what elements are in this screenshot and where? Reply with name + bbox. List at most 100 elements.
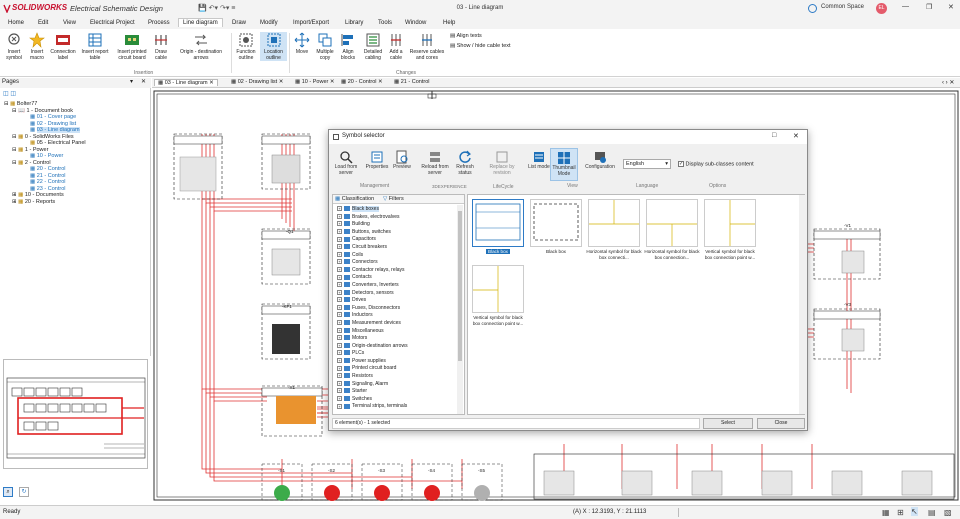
select-button[interactable]: Select (703, 418, 753, 429)
menu-library[interactable]: Library (345, 19, 363, 27)
class-item[interactable]: + Converters, Inverters (337, 282, 455, 290)
minimap[interactable] (3, 359, 148, 469)
class-item[interactable]: + Motors (337, 335, 455, 343)
class-item[interactable]: + Coils (337, 252, 455, 260)
panel-close-icon[interactable]: ✕ (141, 78, 146, 85)
detailed-cabling-button[interactable]: Detailed cabling (361, 32, 385, 61)
insert-macro-button[interactable]: Insert macro (26, 32, 48, 61)
configuration-button[interactable]: Configuration (581, 150, 619, 171)
class-item[interactable]: + Miscellaneous (337, 328, 455, 336)
class-item[interactable]: + Origin-destination arrows (337, 343, 455, 351)
refresh-icon[interactable]: ↻ (19, 487, 29, 497)
avatar[interactable]: EL (876, 3, 887, 14)
thumbnail-mode-button[interactable]: Thumbnail Mode (550, 148, 578, 181)
reserve-cables-button[interactable]: Reserve cables and cores (408, 32, 446, 61)
class-item[interactable]: + Capacitors (337, 236, 455, 244)
insert-printed-circuit-board-button[interactable]: Insert printed circuit board (113, 32, 151, 61)
load-from-server-button[interactable]: Load from server (332, 150, 360, 176)
class-item[interactable]: + Contactor relays, relays (337, 267, 455, 275)
display-subclasses-checkbox[interactable]: ✓ Display sub-classes content (678, 161, 754, 167)
collapse-all-icon[interactable]: ◫ (10, 91, 16, 97)
dialog-maximize-icon[interactable]: □ (772, 132, 776, 139)
close-button[interactable]: Close (757, 418, 805, 429)
class-item[interactable]: + Resistors (337, 373, 455, 381)
class-item[interactable]: + Circuit breakers (337, 244, 455, 252)
show-hide-cable-text-button[interactable]: ▤ Show / hide cable text (450, 43, 511, 49)
class-item[interactable]: + Detectors, sensors (337, 290, 455, 298)
menu-edit[interactable]: Edit (38, 19, 48, 27)
class-item[interactable]: + Drives (337, 297, 455, 305)
draw-cable-button[interactable]: Draw cable (152, 32, 170, 61)
symbol-thumbnail[interactable] (472, 199, 524, 247)
class-item[interactable]: + Buttons, switches (337, 229, 455, 237)
tab-filters[interactable]: ▽ Filters (383, 196, 404, 202)
menu-draw[interactable]: Draw (232, 19, 246, 27)
zoom-fit-icon[interactable]: ⌕ (3, 487, 13, 497)
menu-modify[interactable]: Modify (260, 19, 278, 27)
menu-window[interactable]: Window (405, 19, 426, 27)
replace-by-revision-button[interactable]: Replace by revision (484, 150, 520, 176)
function-outline-button[interactable]: Function outline (233, 32, 259, 61)
symbol-thumbnail[interactable] (472, 265, 524, 313)
thumbnails-scrollbar[interactable] (799, 195, 805, 414)
snap-icon[interactable]: ▤ (928, 508, 936, 517)
menu-process[interactable]: Process (148, 19, 170, 27)
tree-item[interactable]: ⊞ ▦ 20 - Reports (4, 199, 150, 206)
class-item[interactable]: + Brakes, electrovalves (337, 214, 455, 222)
align-blocks-button[interactable]: Align blocks (338, 32, 358, 61)
menu-electrical-project[interactable]: Electrical Project (90, 19, 135, 27)
menu-home[interactable]: Home (8, 19, 24, 27)
insert-report-table-button[interactable]: Insert report table (80, 32, 110, 61)
menu-tools[interactable]: Tools (378, 19, 392, 27)
ortho-icon[interactable]: ⊞ (897, 508, 904, 517)
menu-help[interactable]: Help (443, 19, 455, 27)
symbol-thumbnail[interactable] (704, 199, 756, 247)
symbol-thumbnail[interactable] (646, 199, 698, 247)
menu-import-export[interactable]: Import/Export (293, 19, 329, 27)
tab-control-20[interactable]: ▦ 20 - Control ✕ (338, 79, 386, 85)
tab-line-diagram[interactable]: ▦ 03 - Line diagram ✕ (154, 79, 218, 86)
align-texts-button[interactable]: ▤ Align texts (450, 33, 482, 39)
expand-all-icon[interactable]: ◫ (3, 91, 9, 97)
class-item[interactable]: + Measurement devices (337, 320, 455, 328)
grid-icon[interactable]: ▦ (882, 508, 890, 517)
restore-icon[interactable]: ❐ (926, 3, 932, 11)
location-outline-button[interactable]: Location outline (260, 32, 287, 61)
list-mode-button[interactable]: List mode (528, 150, 550, 171)
close-icon[interactable]: ✕ (948, 3, 954, 11)
move-button[interactable]: Move (292, 32, 312, 56)
refresh-status-button[interactable]: Refresh status (453, 150, 477, 176)
class-item[interactable]: + Fuses, Disconnectors (337, 305, 455, 313)
add-cable-button[interactable]: Add a cable (386, 32, 406, 61)
pin-icon[interactable]: ▾ (130, 78, 133, 85)
language-select[interactable]: English ▾ (623, 159, 671, 169)
properties-button[interactable]: Properties (363, 150, 391, 171)
class-item[interactable]: + Building (337, 221, 455, 229)
workspace-name[interactable]: Common Space (821, 4, 864, 10)
insert-symbol-button[interactable]: Insert symbol (3, 32, 25, 61)
menu-view[interactable]: View (63, 19, 76, 27)
class-item[interactable]: + PLCs (337, 350, 455, 358)
classification-scrollbar[interactable] (457, 205, 463, 414)
class-item[interactable]: + Power supplies (337, 358, 455, 366)
tab-scroll-icon[interactable]: ‹ › ✕ (942, 79, 954, 86)
scrollbar-thumb[interactable] (458, 211, 462, 361)
dialog-close-icon[interactable]: ✕ (793, 132, 799, 140)
layer-icon[interactable]: ▧ (944, 508, 952, 517)
cursor-icon[interactable]: ↖ (911, 507, 918, 516)
origin-destination-arrows-button[interactable]: Origin - destination arrows (174, 32, 228, 61)
reload-from-server-button[interactable]: Reload from server (419, 150, 451, 176)
multiple-copy-button[interactable]: Multiple copy (313, 32, 337, 61)
class-item[interactable]: + Black boxes (337, 206, 455, 214)
tab-drawing-list[interactable]: ▦ 02 - Drawing list ✕ (228, 79, 286, 85)
menu-line-diagram[interactable]: Line diagram (178, 18, 223, 27)
class-item[interactable]: + Connectors (337, 259, 455, 267)
minimize-icon[interactable]: — (902, 3, 909, 10)
class-item[interactable]: + Printed circuit board (337, 365, 455, 373)
class-item[interactable]: + Terminal strips, terminals (337, 403, 455, 411)
class-item[interactable]: + Starter (337, 388, 455, 396)
tab-control-21[interactable]: ▦ 21 - Control (391, 79, 432, 85)
preview-button[interactable]: Preview (391, 150, 413, 171)
connection-label-button[interactable]: Connection label (48, 32, 78, 61)
tab-classification[interactable]: ▦ Classification (335, 196, 374, 202)
